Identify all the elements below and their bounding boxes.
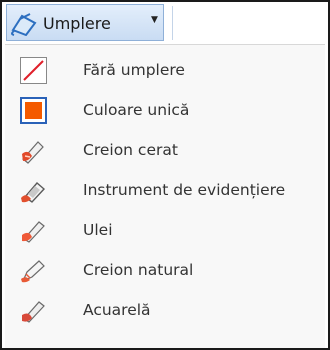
oil-brush-icon	[22, 221, 45, 243]
no-fill-icon	[20, 57, 47, 84]
fill-menu: Fără umplere Culoare unică Creion cerat …	[5, 44, 325, 348]
menu-item-label: Fără umplere	[83, 61, 185, 79]
menu-item-label: Culoare unică	[83, 101, 190, 119]
menu-item-watercolor[interactable]: Acuarelă	[5, 291, 325, 331]
natural-pencil-icon	[21, 260, 45, 283]
menu-item-label: Creion cerat	[83, 141, 178, 159]
solid-color-icon	[20, 97, 47, 124]
menu-item-crayon[interactable]: Creion cerat	[5, 131, 325, 171]
fill-button-label: Umplere	[43, 14, 111, 33]
menu-item-label: Ulei	[83, 221, 113, 239]
ribbon-divider	[172, 6, 173, 40]
menu-item-no-fill[interactable]: Fără umplere	[5, 51, 325, 91]
menu-item-oil[interactable]: Ulei	[5, 211, 325, 251]
menu-item-marker[interactable]: Instrument de evidențiere	[5, 171, 325, 211]
watercolor-icon	[22, 301, 45, 323]
menu-item-label: Instrument de evidențiere	[83, 181, 286, 199]
dropdown-caret-icon: ▼	[151, 15, 158, 25]
menu-item-solid-color[interactable]: Culoare unică	[5, 91, 325, 131]
menu-item-natural-pencil[interactable]: Creion natural	[5, 251, 325, 291]
menu-item-label: Creion natural	[83, 261, 194, 279]
crayon-icon	[22, 141, 44, 164]
fill-button[interactable]: Umplere ▼	[6, 4, 164, 41]
paint-bucket-icon	[11, 13, 37, 36]
marker-icon	[21, 182, 46, 203]
fill-dropdown-window: Umplere ▼ Fără umplere Culoare unică Cre…	[0, 0, 330, 350]
menu-item-label: Acuarelă	[83, 301, 151, 319]
